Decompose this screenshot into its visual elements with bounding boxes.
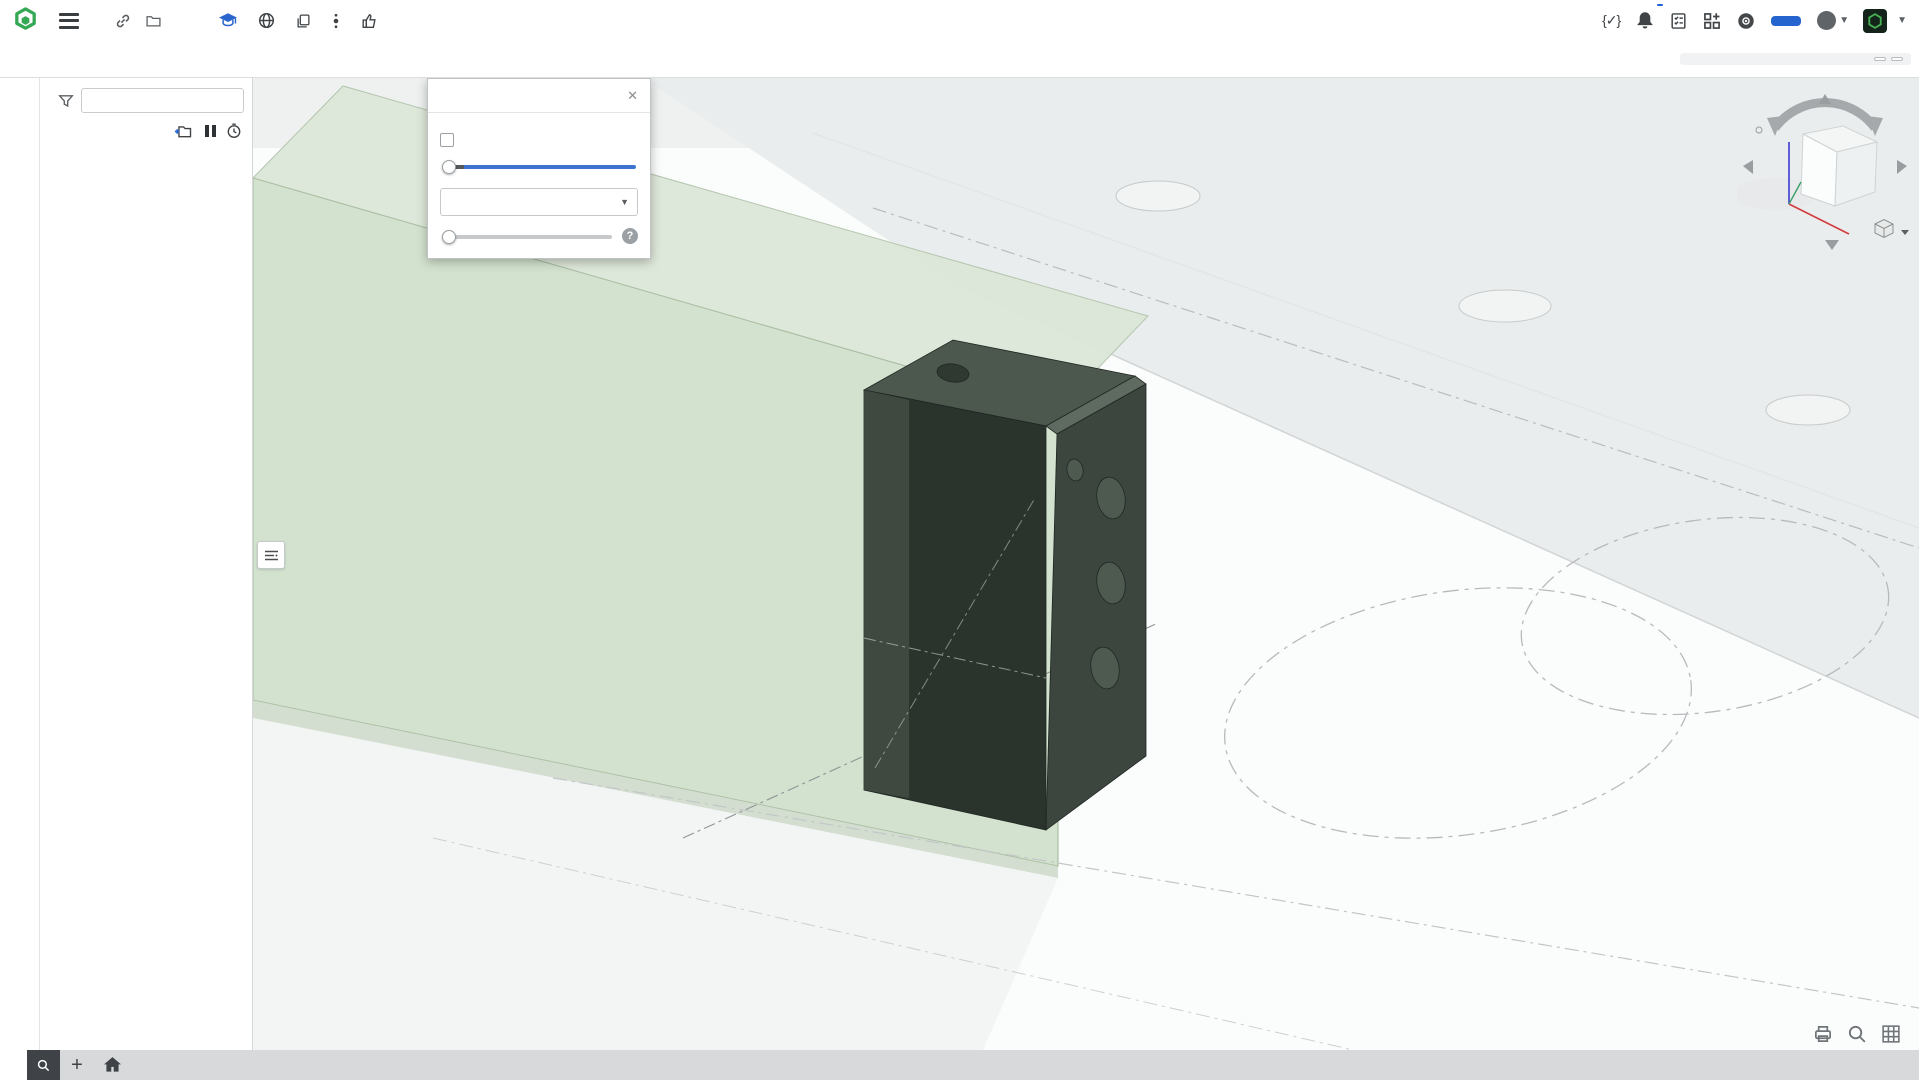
pause-rebuild-icon[interactable] (202, 125, 216, 137)
slider-handle[interactable] (442, 160, 456, 174)
help-caret-icon: ▼ (1839, 15, 1849, 26)
model-viewport[interactable]: ✕ ▼ ? (253, 78, 1919, 1050)
expand-distance-select[interactable]: ▼ (440, 188, 638, 216)
grid-icon[interactable] (1881, 1024, 1901, 1044)
collapsed-dialog-handle[interactable] (257, 541, 285, 569)
help-button[interactable]: ▼ (1817, 11, 1849, 30)
rotate-right-arrow[interactable] (1897, 160, 1907, 174)
link-icon[interactable] (115, 13, 131, 29)
apps-grid-icon[interactable] (1703, 12, 1721, 30)
isolate-dialog: ✕ ▼ ? (427, 78, 651, 259)
feature-tree (40, 145, 252, 1050)
onshape-logo (12, 7, 39, 34)
filter-funnel-icon[interactable] (58, 93, 74, 109)
avatar[interactable] (1863, 9, 1887, 33)
new-tab-button[interactable]: + (60, 1050, 94, 1080)
feature-panel (40, 78, 253, 1050)
tasks-checklist-icon[interactable] (1670, 12, 1687, 30)
education-badge (219, 13, 242, 29)
transparency-slider[interactable] (442, 160, 636, 174)
rebuild-time-icon[interactable] (226, 123, 242, 139)
crush-block[interactable] (864, 340, 1146, 830)
rotate-down-arrow[interactable] (1825, 240, 1839, 250)
top-bar: {✓} ▼ ▼ (0, 0, 1919, 41)
shortcut-c-key (1891, 57, 1903, 61)
copies-count (296, 13, 316, 29)
shortcut-alt-key (1874, 57, 1886, 61)
zoom-window-icon[interactable] (1847, 1024, 1867, 1044)
home-tab-button[interactable] (94, 1050, 130, 1080)
ai-assistant-icon[interactable] (1737, 12, 1755, 30)
slider-handle[interactable] (442, 230, 456, 244)
select-transparent-checkbox-row[interactable] (440, 133, 638, 147)
featurescript-check-icon[interactable]: {✓} (1602, 12, 1620, 29)
main-menu-icon[interactable] (59, 13, 79, 29)
likes-count[interactable] (361, 13, 383, 29)
folder-icon[interactable] (145, 13, 162, 28)
view-cube[interactable] (1737, 82, 1913, 254)
notifications-badge (1657, 4, 1663, 6)
search-tools[interactable] (1680, 53, 1911, 65)
feature-toolbar (0, 41, 1919, 78)
notifications-bell-icon[interactable] (1636, 11, 1654, 30)
tab-search-button[interactable] (27, 1050, 60, 1080)
close-icon[interactable]: ✕ (627, 88, 638, 104)
rotate-left-arrow[interactable] (1743, 160, 1753, 174)
cube-face-right[interactable] (1835, 142, 1877, 206)
checkbox[interactable] (440, 133, 454, 147)
select-caret-icon: ▼ (620, 197, 629, 207)
viewport-bottom-icons (1813, 1024, 1901, 1044)
filter-input[interactable] (81, 88, 244, 113)
insert-folder-icon[interactable] (174, 124, 192, 139)
public-globe-icon (258, 12, 280, 29)
print-icon[interactable] (1813, 1024, 1833, 1044)
versions-count (332, 13, 345, 29)
view-mode-button[interactable] (1875, 220, 1909, 238)
rotate-arc[interactable] (1775, 103, 1875, 128)
left-rail (0, 78, 40, 1050)
share-button[interactable] (1771, 16, 1801, 26)
bottom-corner (0, 1050, 27, 1080)
user-menu-caret-icon[interactable]: ▼ (1897, 15, 1907, 26)
expand-distance-slider[interactable] (442, 230, 612, 244)
tabs-bar: + (0, 1050, 1919, 1080)
help-icon[interactable]: ? (622, 228, 638, 244)
